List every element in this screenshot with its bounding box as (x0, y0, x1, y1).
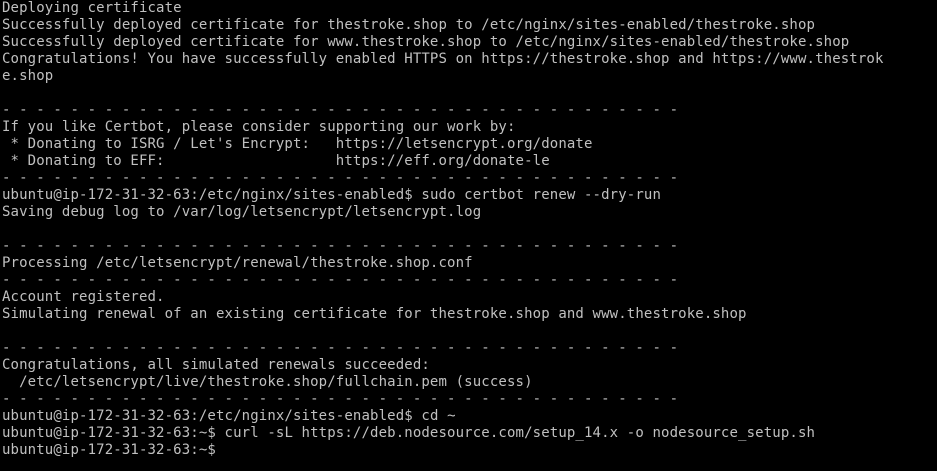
terminal-output-line: * Donating to ISRG / Let's Encrypt: http… (2, 136, 593, 152)
terminal-output-line: Congratulations! You have successfully e… (2, 51, 884, 67)
terminal-output-line: e.shop (2, 68, 54, 84)
terminal-output-line: Simulating renewal of an existing certif… (2, 306, 747, 322)
shell-prompt: ubuntu@ip-172-31-32-63:~$ (2, 442, 216, 458)
terminal-output-line: - - - - - - - - - - - - - - - - - - - - … (2, 170, 679, 186)
terminal-command-line: ubuntu@ip-172-31-32-63:/etc/nginx/sites-… (2, 187, 884, 204)
terminal-output-line: - - - - - - - - - - - - - - - - - - - - … (2, 102, 679, 118)
shell-command: curl -sL https://deb.nodesource.com/setu… (215, 425, 816, 441)
shell-command: sudo certbot renew --dry-run (412, 187, 662, 203)
terminal-output-line: Processing /etc/letsencrypt/renewal/thes… (2, 255, 473, 271)
terminal-window[interactable]: Deploying certificate Successfully deploy… (0, 0, 937, 471)
shell-prompt: ubuntu@ip-172-31-32-63:/etc/nginx/sites-… (2, 408, 413, 424)
terminal-output-line: If you like Certbot, please consider sup… (2, 119, 516, 135)
terminal-cursor[interactable] (216, 442, 224, 456)
terminal-output-line: Deploying certificate (2, 0, 182, 16)
terminal-command-line: ubuntu@ip-172-31-32-63:/etc/nginx/sites-… (2, 408, 884, 425)
terminal-output-line: Account registered. (2, 289, 165, 305)
terminal-output-line: - - - - - - - - - - - - - - - - - - - - … (2, 238, 679, 254)
terminal-output-line: - - - - - - - - - - - - - - - - - - - - … (2, 391, 679, 407)
terminal-output-line: /etc/letsencrypt/live/thestroke.shop/ful… (2, 374, 533, 390)
terminal-command-line: ubuntu@ip-172-31-32-63:~$ (2, 442, 884, 459)
shell-prompt: ubuntu@ip-172-31-32-63:/etc/nginx/sites-… (2, 187, 413, 203)
terminal-output-line: Saving debug log to /var/log/letsencrypt… (2, 204, 482, 220)
terminal-output-line: - - - - - - - - - - - - - - - - - - - - … (2, 272, 679, 288)
shell-command: cd ~ (412, 408, 456, 424)
terminal-output-line: Congratulations, all simulated renewals … (2, 357, 430, 373)
terminal-output: Deploying certificate Successfully deploy… (2, 0, 884, 459)
terminal-output-line: Successfully deployed certificate for ww… (2, 34, 850, 50)
shell-prompt: ubuntu@ip-172-31-32-63:~$ (2, 425, 216, 441)
terminal-output-line: * Donating to EFF: https://eff.org/donat… (2, 153, 550, 169)
terminal-output-line: - - - - - - - - - - - - - - - - - - - - … (2, 340, 679, 356)
terminal-output-line: Successfully deployed certificate for th… (2, 17, 816, 33)
terminal-command-line: ubuntu@ip-172-31-32-63:~$ curl -sL https… (2, 425, 884, 442)
